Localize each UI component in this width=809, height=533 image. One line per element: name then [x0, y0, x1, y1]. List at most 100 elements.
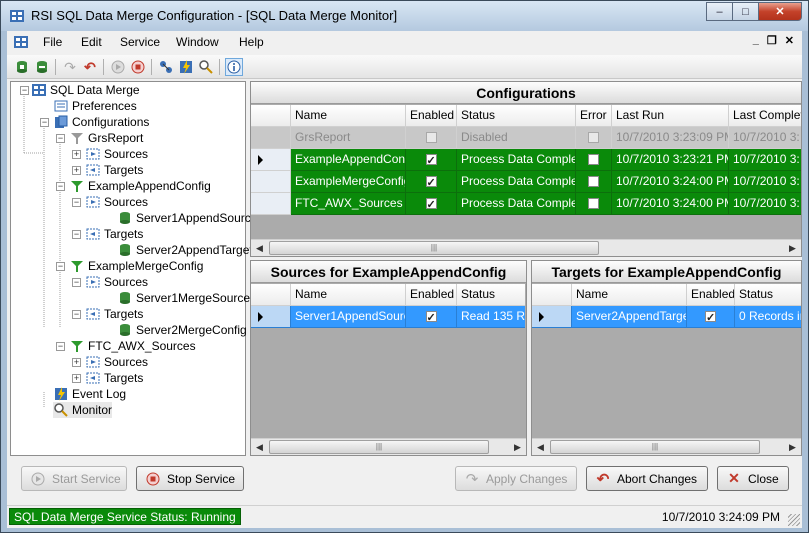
event-log-icon[interactable]	[177, 58, 195, 76]
sources-horizontal-scrollbar[interactable]: ◀ ||| ▶	[251, 438, 526, 455]
tree-item-sources[interactable]: Sources	[85, 146, 148, 162]
enabled-checkbox[interactable]	[425, 195, 437, 214]
table-row[interactable]: FTC_AWX_Sources Process Data Complete 10…	[251, 193, 801, 215]
tree-collapse-ftc-config[interactable]: −	[56, 342, 65, 351]
column-header-name[interactable]: Name	[291, 105, 406, 127]
apply-changes-button[interactable]: ↷ Apply Changes	[455, 466, 577, 491]
tree-item-merge-source[interactable]: Server1MergeSource	[117, 290, 250, 306]
enabled-checkbox[interactable]	[425, 151, 437, 170]
error-checkbox[interactable]	[588, 132, 599, 144]
row-header[interactable]	[251, 127, 291, 149]
tree-item-grsreport[interactable]: GrsReport	[69, 130, 143, 146]
cell-enabled[interactable]	[406, 193, 457, 215]
targets-horizontal-scrollbar[interactable]: ◀ ||| ▶	[532, 438, 801, 455]
start-icon[interactable]	[109, 58, 127, 76]
row-header[interactable]	[251, 193, 291, 215]
add-database-icon[interactable]	[13, 58, 31, 76]
close-button[interactable]: ✕ Close	[717, 466, 789, 491]
menu-edit[interactable]: Edit	[81, 35, 102, 49]
info-icon[interactable]	[225, 58, 243, 76]
tree-item-targets[interactable]: Targets	[85, 306, 143, 322]
column-header-name[interactable]: Name	[572, 284, 687, 306]
scroll-right-icon[interactable]: ▶	[784, 240, 801, 256]
tree-item-sources[interactable]: Sources	[85, 354, 148, 370]
scroll-left-icon[interactable]: ◀	[251, 439, 268, 455]
cell-error[interactable]	[576, 149, 612, 171]
cell-error[interactable]	[576, 127, 612, 149]
remove-database-icon[interactable]	[33, 58, 51, 76]
enabled-checkbox[interactable]	[705, 308, 716, 327]
tree-item-monitor[interactable]: Monitor	[53, 402, 113, 418]
table-row[interactable]: Server1AppendSource Read 135 Re	[251, 306, 525, 328]
cell-enabled[interactable]	[406, 306, 457, 328]
maximize-button[interactable]: □	[732, 2, 759, 21]
row-header[interactable]	[251, 149, 291, 171]
minimize-button[interactable]: –	[706, 2, 733, 21]
tree-collapse-targets[interactable]: −	[72, 230, 81, 239]
connections-icon[interactable]	[157, 58, 175, 76]
menu-help[interactable]: Help	[239, 35, 264, 49]
tree-collapse-append-config[interactable]: −	[56, 182, 65, 191]
tree-item-ftc-config[interactable]: FTC_AWX_Sources	[69, 338, 196, 354]
resize-grip-icon[interactable]	[788, 514, 800, 526]
column-header-status[interactable]: Status	[457, 284, 525, 306]
monitor-search-icon[interactable]	[197, 58, 215, 76]
abort-changes-button[interactable]: ↶ Abort Changes	[586, 466, 708, 491]
tree-item-preferences[interactable]: Preferences	[53, 98, 137, 114]
cell-error[interactable]	[576, 193, 612, 215]
mdi-child-icon[interactable]	[13, 34, 29, 50]
menu-file[interactable]: File	[43, 35, 62, 49]
mdi-close-icon[interactable]: ✕	[785, 34, 794, 47]
column-header-enabled[interactable]: Enabled	[406, 284, 457, 306]
column-header-name[interactable]: Name	[291, 284, 406, 306]
tree-item-sources[interactable]: Sources	[85, 194, 148, 210]
scroll-left-icon[interactable]: ◀	[251, 240, 268, 256]
tree-collapse-targets[interactable]: −	[72, 310, 81, 319]
tree-collapse-root[interactable]: −	[20, 86, 29, 95]
table-row[interactable]: ExampleAppendConfig Process Data Complet…	[251, 149, 801, 171]
column-header-status[interactable]: Status	[457, 105, 576, 127]
column-header-enabled[interactable]: Enabled	[687, 284, 735, 306]
scroll-left-icon[interactable]: ◀	[532, 439, 549, 455]
title-bar[interactable]: RSI SQL Data Merge Configuration - [SQL …	[1, 1, 808, 31]
enabled-checkbox[interactable]	[425, 132, 437, 144]
menu-service[interactable]: Service	[120, 35, 160, 49]
tree-collapse-merge-config[interactable]: −	[56, 262, 65, 271]
table-row[interactable]: Server2AppendTarget 0 Records in	[532, 306, 801, 328]
cell-enabled[interactable]	[687, 306, 735, 328]
tree-item-merge-target[interactable]: Server2MergeConfig	[117, 322, 247, 338]
close-window-button[interactable]: ✕	[758, 2, 802, 21]
enabled-checkbox[interactable]	[425, 173, 437, 192]
scroll-right-icon[interactable]: ▶	[784, 439, 801, 455]
cell-enabled[interactable]	[406, 149, 457, 171]
column-header-last-complete[interactable]: Last Complet	[729, 105, 801, 127]
tree-root[interactable]: SQL Data Merge	[31, 82, 140, 98]
stop-service-button[interactable]: Stop Service	[136, 466, 244, 491]
mdi-restore-icon[interactable]: ❐	[767, 34, 777, 47]
tree-expand-targets[interactable]: +	[72, 374, 81, 383]
table-row[interactable]: GrsReport Disabled 10/7/2010 3:23:09 PM …	[251, 127, 801, 149]
tree-item-targets[interactable]: Targets	[85, 370, 143, 386]
row-header[interactable]	[532, 306, 572, 328]
configuration-tree[interactable]: − SQL Data Merge Preferences − Configura…	[10, 81, 257, 456]
row-header[interactable]	[251, 171, 291, 193]
table-row[interactable]: ExampleMergeConfig Process Data Complete…	[251, 171, 801, 193]
tree-expand-sources[interactable]: +	[72, 150, 81, 159]
error-checkbox[interactable]	[588, 176, 599, 188]
tree-item-targets[interactable]: Targets	[85, 162, 143, 178]
cell-enabled[interactable]	[406, 171, 457, 193]
cell-enabled[interactable]	[406, 127, 457, 149]
start-service-button[interactable]: Start Service	[21, 466, 127, 491]
column-header-error[interactable]: Error	[576, 105, 612, 127]
error-checkbox[interactable]	[588, 154, 599, 166]
tree-collapse-sources[interactable]: −	[72, 278, 81, 287]
scrollbar-thumb[interactable]: |||	[550, 440, 760, 454]
mdi-minimize-icon[interactable]: _	[753, 34, 759, 47]
undo-icon[interactable]: ↶	[81, 58, 99, 76]
stop-icon[interactable]	[129, 58, 147, 76]
tree-item-append-config[interactable]: ExampleAppendConfig	[69, 178, 211, 194]
scrollbar-thumb[interactable]: |||	[269, 440, 489, 454]
tree-item-configurations[interactable]: Configurations	[53, 114, 149, 130]
tree-expand-sources[interactable]: +	[72, 358, 81, 367]
tree-item-targets[interactable]: Targets	[85, 226, 143, 242]
